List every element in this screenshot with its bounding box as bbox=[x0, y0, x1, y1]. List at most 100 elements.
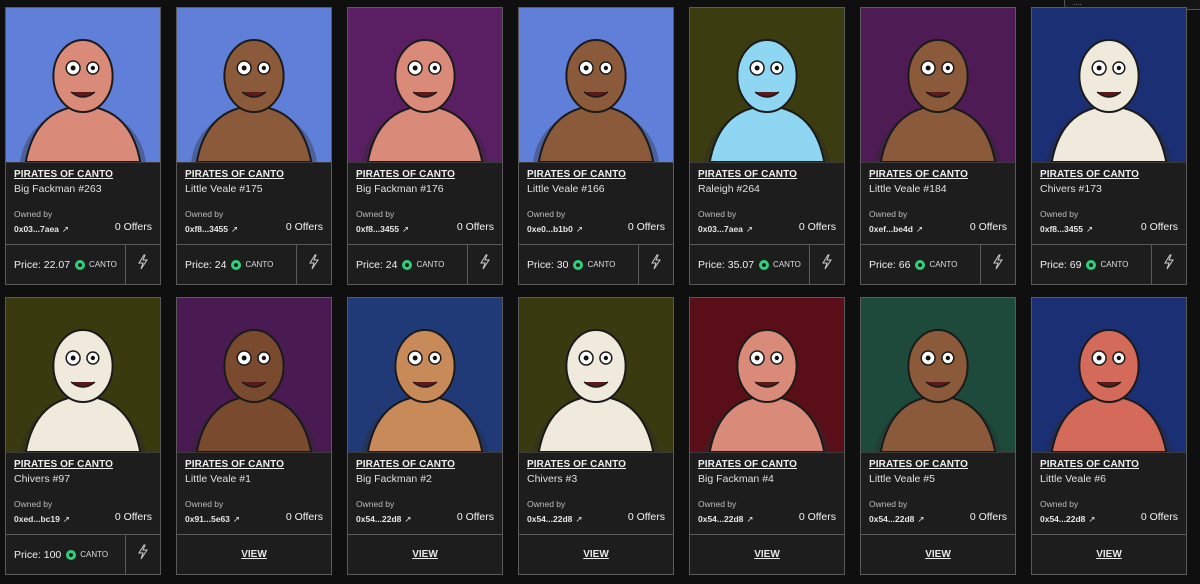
bolt-icon bbox=[1163, 254, 1175, 275]
nft-image[interactable] bbox=[1032, 8, 1186, 163]
nft-card[interactable]: PIRATES OF CANTO Chivers #97 Owned by 0x… bbox=[5, 297, 161, 575]
card-info: PIRATES OF CANTO Little Veale #175 Owned… bbox=[177, 163, 331, 237]
currency-label: CANTO bbox=[1100, 260, 1129, 269]
nft-image[interactable] bbox=[861, 8, 1015, 163]
collection-link[interactable]: PIRATES OF CANTO bbox=[698, 459, 836, 470]
price: Price: 24 CANTO bbox=[348, 245, 467, 284]
quick-buy-bolt-button[interactable] bbox=[980, 245, 1015, 284]
collection-link[interactable]: PIRATES OF CANTO bbox=[869, 459, 1007, 470]
nft-card[interactable]: PIRATES OF CANTO Big Fackman #2 Owned by… bbox=[347, 297, 503, 575]
owner-link[interactable]: 0x54...22d8 ↗ bbox=[698, 514, 754, 525]
card-info: PIRATES OF CANTO Big Fackman #176 Owned … bbox=[348, 163, 502, 237]
quick-buy-bolt-button[interactable] bbox=[467, 245, 502, 284]
token-name: Raleigh #264 bbox=[698, 183, 760, 195]
collection-link[interactable]: PIRATES OF CANTO bbox=[698, 169, 836, 180]
quick-buy-bolt-button[interactable] bbox=[125, 245, 160, 284]
owned-by-label: Owned by bbox=[14, 209, 53, 219]
view-button[interactable]: VIEW bbox=[861, 535, 1015, 574]
nft-card[interactable]: PIRATES OF CANTO Chivers #173 Owned by 0… bbox=[1031, 7, 1187, 285]
nft-card[interactable]: PIRATES OF CANTO Little Veale #166 Owned… bbox=[518, 7, 674, 285]
collection-link[interactable]: PIRATES OF CANTO bbox=[356, 459, 494, 470]
nft-card[interactable]: PIRATES OF CANTO Big Fackman #4 Owned by… bbox=[689, 297, 845, 575]
nft-image[interactable] bbox=[348, 298, 502, 453]
owner-link[interactable]: 0x91...5e63 ↗ bbox=[185, 514, 240, 525]
nft-image[interactable] bbox=[861, 298, 1015, 453]
collection-link[interactable]: PIRATES OF CANTO bbox=[14, 169, 152, 180]
price-value: Price: 66 bbox=[869, 258, 911, 271]
nft-image[interactable] bbox=[519, 8, 673, 163]
view-button[interactable]: VIEW bbox=[1032, 535, 1186, 574]
nft-card[interactable]: PIRATES OF CANTO Big Fackman #176 Owned … bbox=[347, 7, 503, 285]
owner-link[interactable]: 0x03...7aea ↗ bbox=[14, 224, 69, 235]
view-button[interactable]: VIEW bbox=[519, 535, 673, 574]
owner-link[interactable]: 0xf8...3455 ↗ bbox=[185, 224, 238, 235]
offers-count: 0 Offers bbox=[456, 221, 494, 233]
price-value: Price: 24 bbox=[185, 258, 227, 271]
owned-by-label: Owned by bbox=[869, 209, 908, 219]
nft-card[interactable]: PIRATES OF CANTO Little Veale #6 Owned b… bbox=[1031, 297, 1187, 575]
nft-image[interactable] bbox=[690, 8, 844, 163]
owned-by-label: Owned by bbox=[698, 209, 737, 219]
price: Price: 69 CANTO bbox=[1032, 245, 1151, 284]
nft-card[interactable]: PIRATES OF CANTO Chivers #3 Owned by 0x5… bbox=[518, 297, 674, 575]
quick-buy-bolt-button[interactable] bbox=[638, 245, 673, 284]
quick-buy-bolt-button[interactable] bbox=[125, 535, 160, 574]
external-link-icon: ↗ bbox=[917, 514, 925, 524]
collection-link[interactable]: PIRATES OF CANTO bbox=[185, 169, 323, 180]
nft-image[interactable] bbox=[177, 8, 331, 163]
owner-link[interactable]: 0x03...7aea ↗ bbox=[698, 224, 753, 235]
view-button[interactable]: VIEW bbox=[177, 535, 331, 574]
owner-link[interactable]: 0xf8...3455 ↗ bbox=[1040, 224, 1093, 235]
owned-by-label: Owned by bbox=[1040, 209, 1079, 219]
nft-card[interactable]: PIRATES OF CANTO Little Veale #175 Owned… bbox=[176, 7, 332, 285]
owner-link[interactable]: 0x54...22d8 ↗ bbox=[1040, 514, 1096, 525]
nft-card[interactable]: PIRATES OF CANTO Little Veale #1 Owned b… bbox=[176, 297, 332, 575]
currency-label: CANTO bbox=[929, 260, 958, 269]
quick-buy-bolt-button[interactable] bbox=[809, 245, 844, 284]
price-value: Price: 69 bbox=[1040, 258, 1082, 271]
collection-link[interactable]: PIRATES OF CANTO bbox=[1040, 169, 1178, 180]
collection-link[interactable]: PIRATES OF CANTO bbox=[1040, 459, 1178, 470]
token-name: Big Fackman #4 bbox=[698, 473, 774, 485]
nft-card[interactable]: PIRATES OF CANTO Raleigh #264 Owned by 0… bbox=[689, 7, 845, 285]
currency-label: CANTO bbox=[416, 260, 445, 269]
quick-buy-bolt-button[interactable] bbox=[296, 245, 331, 284]
owner-link[interactable]: 0x54...22d8 ↗ bbox=[869, 514, 925, 525]
quick-buy-bolt-button[interactable] bbox=[1151, 245, 1186, 284]
nft-image[interactable] bbox=[6, 8, 160, 163]
currency-label: CANTO bbox=[245, 260, 274, 269]
view-button[interactable]: VIEW bbox=[348, 535, 502, 574]
owner-link[interactable]: 0xf8...3455 ↗ bbox=[356, 224, 409, 235]
collection-link[interactable]: PIRATES OF CANTO bbox=[14, 459, 152, 470]
nft-image[interactable] bbox=[348, 8, 502, 163]
nft-image[interactable] bbox=[690, 298, 844, 453]
collection-link[interactable]: PIRATES OF CANTO bbox=[527, 169, 665, 180]
nft-image[interactable] bbox=[1032, 298, 1186, 453]
owned-by-label: Owned by bbox=[14, 499, 53, 509]
collection-link[interactable]: PIRATES OF CANTO bbox=[869, 169, 1007, 180]
card-info: PIRATES OF CANTO Little Veale #5 Owned b… bbox=[861, 453, 1015, 527]
offers-count: 0 Offers bbox=[1140, 511, 1178, 523]
owner-link[interactable]: 0x54...22d8 ↗ bbox=[527, 514, 583, 525]
nft-card[interactable]: PIRATES OF CANTO Little Veale #184 Owned… bbox=[860, 7, 1016, 285]
collection-link[interactable]: PIRATES OF CANTO bbox=[527, 459, 665, 470]
nft-image[interactable] bbox=[177, 298, 331, 453]
card-footer: Price: 69 CANTO bbox=[1032, 244, 1186, 284]
card-info: PIRATES OF CANTO Big Fackman #2 Owned by… bbox=[348, 453, 502, 527]
card-footer: Price: 24 CANTO bbox=[348, 244, 502, 284]
view-button[interactable]: VIEW bbox=[690, 535, 844, 574]
nft-image[interactable] bbox=[519, 298, 673, 453]
owner-link[interactable]: 0xef...be4d ↗ bbox=[869, 224, 923, 235]
owner-link[interactable]: 0xe0...b1b0 ↗ bbox=[527, 224, 583, 235]
owned-by-label: Owned by bbox=[527, 499, 566, 509]
collection-link[interactable]: PIRATES OF CANTO bbox=[356, 169, 494, 180]
owner-link[interactable]: 0xed...bc19 ↗ bbox=[14, 514, 70, 525]
owner-link[interactable]: 0x54...22d8 ↗ bbox=[356, 514, 412, 525]
collection-link[interactable]: PIRATES OF CANTO bbox=[185, 459, 323, 470]
nft-card[interactable]: PIRATES OF CANTO Big Fackman #263 Owned … bbox=[5, 7, 161, 285]
owner-address: 0x91...5e63 bbox=[185, 514, 230, 524]
card-info: PIRATES OF CANTO Chivers #3 Owned by 0x5… bbox=[519, 453, 673, 527]
token-name: Big Fackman #2 bbox=[356, 473, 432, 485]
nft-card[interactable]: PIRATES OF CANTO Little Veale #5 Owned b… bbox=[860, 297, 1016, 575]
nft-image[interactable] bbox=[6, 298, 160, 453]
